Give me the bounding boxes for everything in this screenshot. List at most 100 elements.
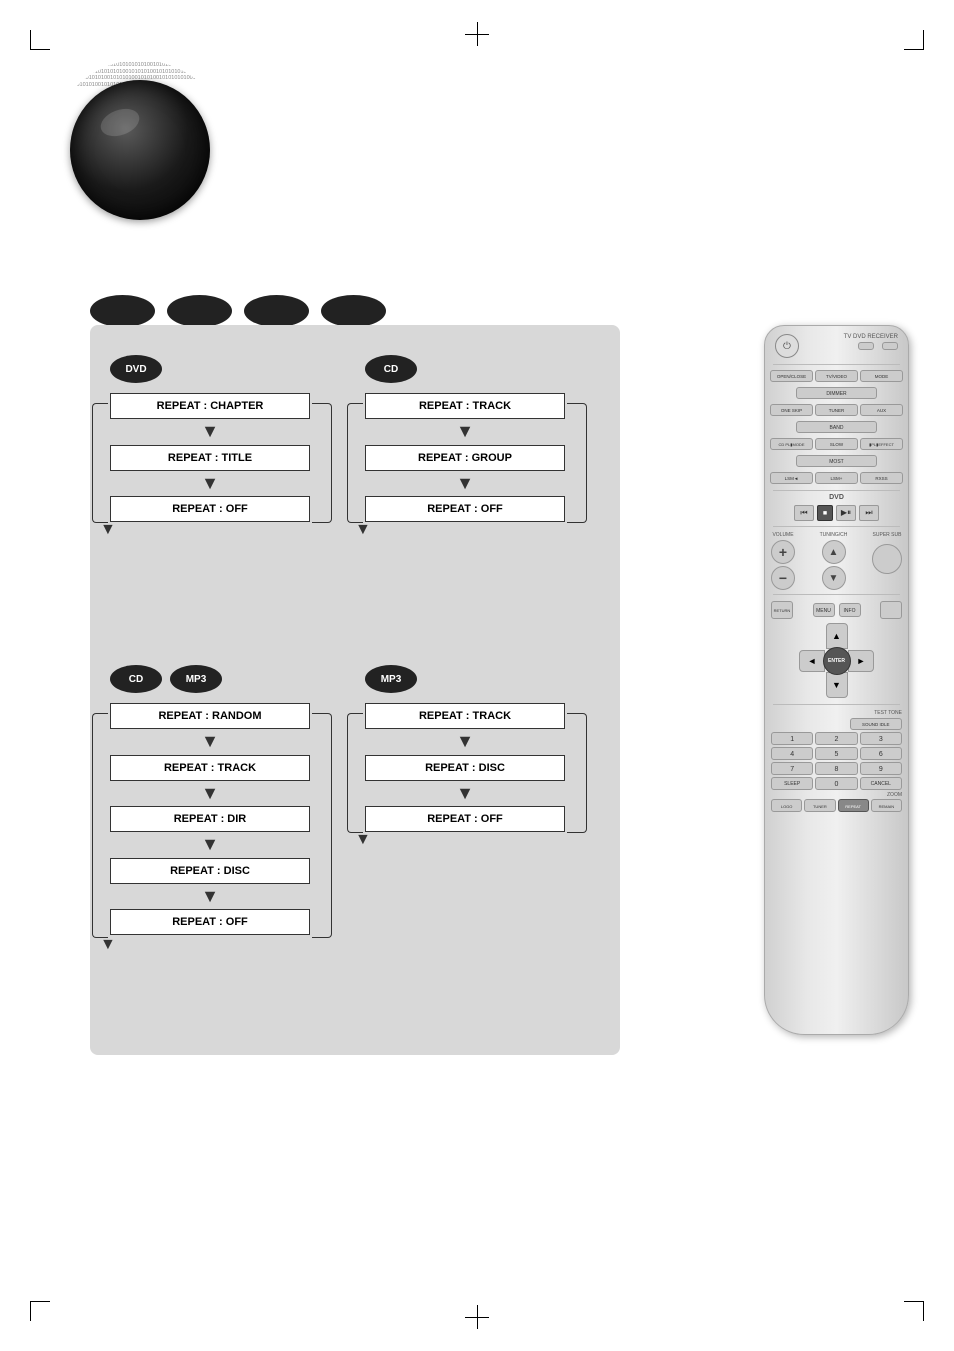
remote-body: ⏻ TV DVD RECEIVER OPEN/CLOSE TV/VIDEO MO… <box>764 325 909 1035</box>
cd2-box-2: REPEAT : TRACK <box>110 755 310 781</box>
num-4-btn[interactable]: 4 <box>771 747 813 760</box>
vol-plus-btn[interactable]: + <box>771 540 795 564</box>
tuning-label: TUNING/CH <box>820 532 848 538</box>
super-sub-btn[interactable] <box>872 544 902 574</box>
tuning-up-btn[interactable]: ▲ <box>822 540 846 564</box>
vol-minus-btn[interactable]: − <box>771 566 795 590</box>
tv-btn[interactable] <box>858 342 874 350</box>
num-2-btn[interactable]: 2 <box>815 732 857 745</box>
num-grid: 1 2 3 4 5 6 7 8 9 <box>771 732 902 775</box>
num-8-btn[interactable]: 8 <box>815 762 857 775</box>
info-btn[interactable]: INFO <box>839 603 861 617</box>
cd-pl-mode-btn[interactable]: CD PL▮MODE <box>770 438 813 450</box>
crosshair-bottom <box>465 1305 489 1329</box>
logo-btn[interactable]: LOGO <box>771 799 802 812</box>
cd-box-3: REPEAT : OFF <box>365 496 565 522</box>
divider-3 <box>773 526 900 527</box>
dpad-right-btn[interactable]: ► <box>848 650 874 672</box>
tv-dvd-label-text: TV DVD RECEIVER <box>844 334 898 340</box>
play-pause-btn[interactable]: ▶⏸ <box>836 505 856 521</box>
mp3-arrow-1: ▼ <box>365 731 565 753</box>
prev-btn[interactable]: ⏮ <box>794 505 814 521</box>
cd2-right-bracket <box>312 713 332 938</box>
slow-btn[interactable]: SLOW <box>815 438 858 450</box>
cd-arrow-2: ▼ <box>365 473 565 495</box>
aux-btn[interactable]: AUX <box>860 404 903 416</box>
cd2-box-4: REPEAT : DISC <box>110 858 310 884</box>
mp3-arrow-2: ▼ <box>365 783 565 805</box>
cancel-btn[interactable]: CANCEL <box>860 777 902 790</box>
lsm-minus-btn[interactable]: LSM◄ <box>770 472 813 484</box>
mp3-left-bracket <box>347 713 363 833</box>
num-0-btn[interactable]: 0 <box>815 777 857 790</box>
right-side-btn[interactable] <box>880 601 902 619</box>
sleep-btn[interactable]: SLEEP <box>771 777 813 790</box>
one-skip-btn[interactable]: ONE SKIP <box>770 404 813 416</box>
stop-btn[interactable]: ■ <box>817 505 833 521</box>
dpad: ▲ ▼ ◄ ► ENTER <box>799 623 874 698</box>
super-sub-label: SUPER SUB <box>873 532 902 538</box>
repeat-btn[interactable]: REPEAT <box>838 799 869 812</box>
tuning-down-btn[interactable]: ▼ <box>822 566 846 590</box>
vol-tuning-section: VOLUME + − TUNING/CH ▲ ▼ SUPER SUB <box>765 530 908 592</box>
mp3-return-arrow: ▼ <box>355 831 371 849</box>
dpad-up-btn[interactable]: ▲ <box>826 623 848 649</box>
return-btn[interactable]: RETURN <box>771 601 793 619</box>
open-close-btn[interactable]: OPEN/CLOSE <box>770 370 813 382</box>
remote-container: ⏻ TV DVD RECEIVER OPEN/CLOSE TV/VIDEO MO… <box>764 325 919 1055</box>
most-btn[interactable]: MOST <box>796 455 877 467</box>
cd2-flow: ▼ REPEAT : RANDOM ▼ REPEAT : TRACK ▼ REP… <box>110 703 310 935</box>
tuning-col: TUNING/CH ▲ ▼ <box>820 532 848 590</box>
num-7-btn[interactable]: 7 <box>771 762 813 775</box>
next-btn[interactable]: ⏭ <box>859 505 879 521</box>
cd2-section: CD MP3 ▼ REPEAT : RANDOM ▼ REPEAT : TRAC… <box>110 665 310 935</box>
surround-col: SUPER SUB <box>872 532 902 574</box>
side-nav-row: RETURN MENU INFO <box>771 601 902 619</box>
tuner2-btn[interactable]: TUNER <box>804 799 835 812</box>
num-5-btn[interactable]: 5 <box>815 747 857 760</box>
cd-arrow-1: ▼ <box>365 421 565 443</box>
menu-btn[interactable]: MENU <box>813 603 835 617</box>
vol-label: VOLUME <box>772 532 793 538</box>
cd2-box-1: REPEAT : RANDOM <box>110 703 310 729</box>
dvd-box-1: REPEAT : CHAPTER <box>110 393 310 419</box>
dvd-box-3: REPEAT : OFF <box>110 496 310 522</box>
mp3-box-3: REPEAT : OFF <box>365 806 565 832</box>
mode-btn[interactable]: MODE <box>860 370 903 382</box>
mp3-box-2: REPEAT : DISC <box>365 755 565 781</box>
dvd-arrow-1: ▼ <box>110 421 310 443</box>
pl-effect-btn[interactable]: ▮PL▮EFFECT <box>860 438 903 450</box>
row-skip-tuner-aux: ONE SKIP TUNER AUX <box>765 401 908 419</box>
row-most: MOST <box>765 453 908 469</box>
remain-btn[interactable]: REMAIN <box>871 799 902 812</box>
mp3-only-label-text: MP3 <box>381 674 402 685</box>
dimmer-btn[interactable]: DIMMER <box>796 387 877 399</box>
sound-idle-btn[interactable]: SOUND IDLE <box>850 718 902 730</box>
cd-section: CD ▼ REPEAT : TRACK ▼ REPEAT : GROUP ▼ R… <box>365 355 565 522</box>
num-3-btn[interactable]: 3 <box>860 732 902 745</box>
lsm-plus-btn[interactable]: LSM+ <box>815 472 858 484</box>
band-btn[interactable]: BAND <box>796 421 877 433</box>
rxss-btn[interactable]: RXSS <box>860 472 903 484</box>
row-open-tv-mode: OPEN/CLOSE TV/VIDEO MODE <box>765 367 908 385</box>
num-1-btn[interactable]: 1 <box>771 732 813 745</box>
sound-idle-row: SOUND IDLE <box>771 718 902 730</box>
tuner-btn[interactable]: TUNER <box>815 404 858 416</box>
cd2-box-3: REPEAT : DIR <box>110 806 310 832</box>
dvd-arrow-2: ▼ <box>110 473 310 495</box>
cd-label-oval: CD <box>365 355 417 383</box>
dvd-left-bracket <box>92 403 108 523</box>
mp3-section: MP3 ▼ REPEAT : TRACK ▼ REPEAT : DISC ▼ R… <box>365 665 565 832</box>
dpad-left-btn[interactable]: ◄ <box>799 650 825 672</box>
tv-video-btn[interactable]: TV/VIDEO <box>815 370 858 382</box>
enter-btn[interactable]: ENTER <box>823 647 851 675</box>
tv-dvd-btn-row <box>844 342 898 350</box>
dpad-down-btn[interactable]: ▼ <box>826 672 848 698</box>
dvd-btn[interactable] <box>882 342 898 350</box>
mp3-right-bracket <box>567 713 587 833</box>
mp3-box-1: REPEAT : TRACK <box>365 703 565 729</box>
num-6-btn[interactable]: 6 <box>860 747 902 760</box>
num-9-btn[interactable]: 9 <box>860 762 902 775</box>
oval-1 <box>90 295 155 327</box>
power-button[interactable]: ⏻ <box>775 334 799 358</box>
